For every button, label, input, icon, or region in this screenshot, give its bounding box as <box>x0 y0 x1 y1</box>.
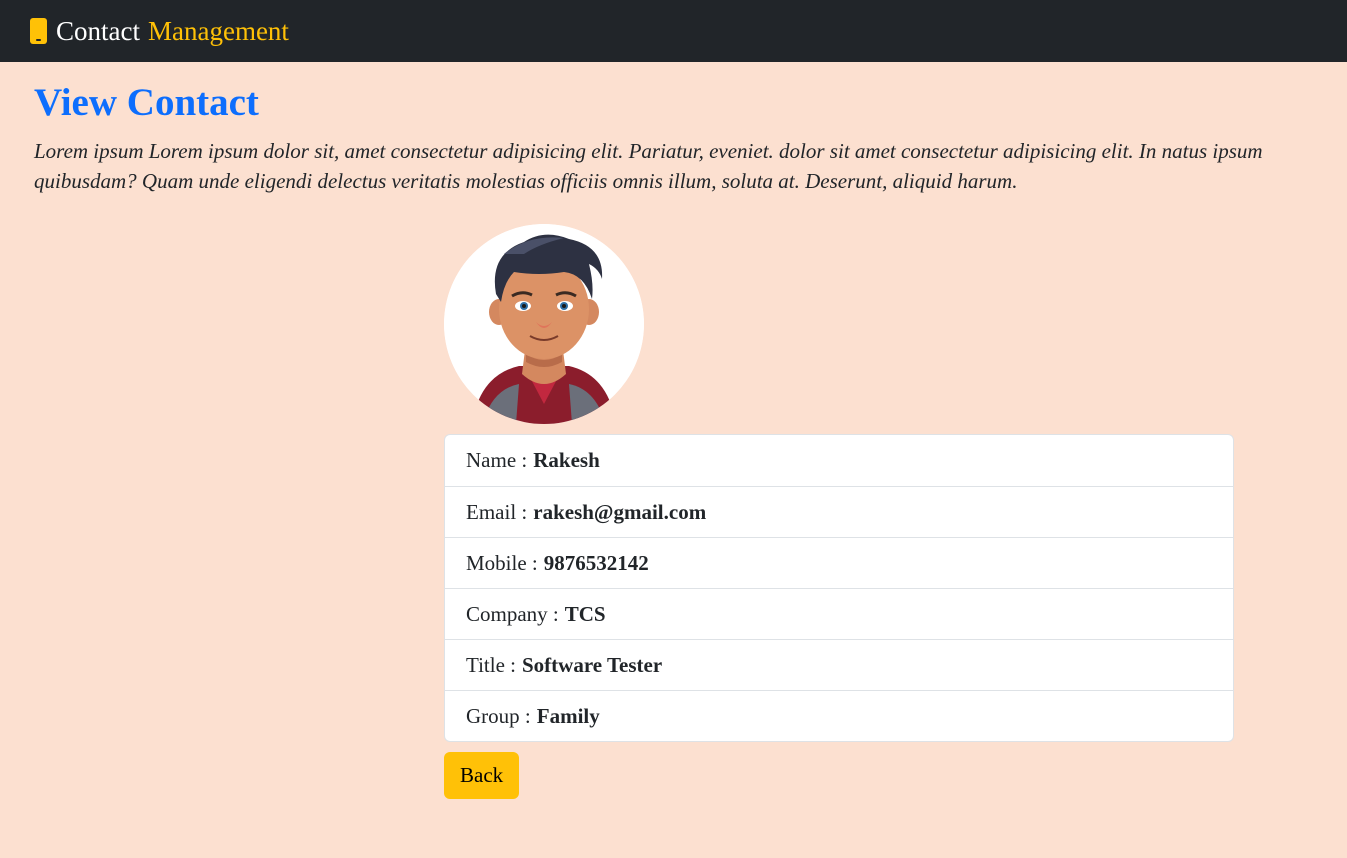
field-label: Name : <box>466 448 528 472</box>
navbar: Contact Management <box>0 0 1347 62</box>
page-title: View Contact <box>34 81 259 124</box>
field-value: Rakesh <box>533 448 600 472</box>
field-label: Mobile : <box>466 550 538 575</box>
field-label: Group : <box>466 703 531 728</box>
brand-word-management: Management <box>147 15 289 46</box>
field-value: TCS <box>564 601 606 626</box>
field-label: Company : <box>466 601 559 626</box>
contact-field-list: Name : Rakesh Email : rakesh@gmail.com M… <box>444 434 1234 742</box>
contact-details: Name : Rakesh Email : rakesh@gmail.com M… <box>444 224 1234 799</box>
back-button[interactable]: Back <box>444 752 520 799</box>
field-label: Email : <box>466 499 528 524</box>
list-item-company: Company : TCS <box>445 588 1233 639</box>
list-item-email: Email : rakesh@gmail.com <box>445 486 1233 537</box>
avatar-icon <box>444 224 644 424</box>
field-value: Family <box>536 703 600 728</box>
list-item-group: Group : Family <box>445 690 1233 741</box>
page-container: View Contact Lorem ipsum Lorem ipsum dol… <box>0 80 1347 196</box>
page-description: Lorem ipsum Lorem ipsum dolor sit, amet … <box>34 136 1347 196</box>
list-item-mobile: Mobile : 9876532142 <box>445 537 1233 588</box>
list-item-title: Title : Software Tester <box>445 639 1233 690</box>
field-value: Software Tester <box>522 652 663 677</box>
page-description-line2: quibusdam? Quam unde eligendi delectus v… <box>34 169 1018 193</box>
page-description-line1: Lorem ipsum Lorem ipsum dolor sit, amet … <box>34 139 1263 163</box>
phone-icon <box>30 18 47 44</box>
brand-link[interactable]: Contact Management <box>30 16 289 47</box>
field-value: rakesh@gmail.com <box>533 499 707 524</box>
field-value: 9876532142 <box>543 550 649 575</box>
list-item-name: Name : Rakesh <box>445 435 1233 486</box>
brand-word-contact: Contact <box>56 15 140 46</box>
field-label: Title : <box>466 652 516 677</box>
